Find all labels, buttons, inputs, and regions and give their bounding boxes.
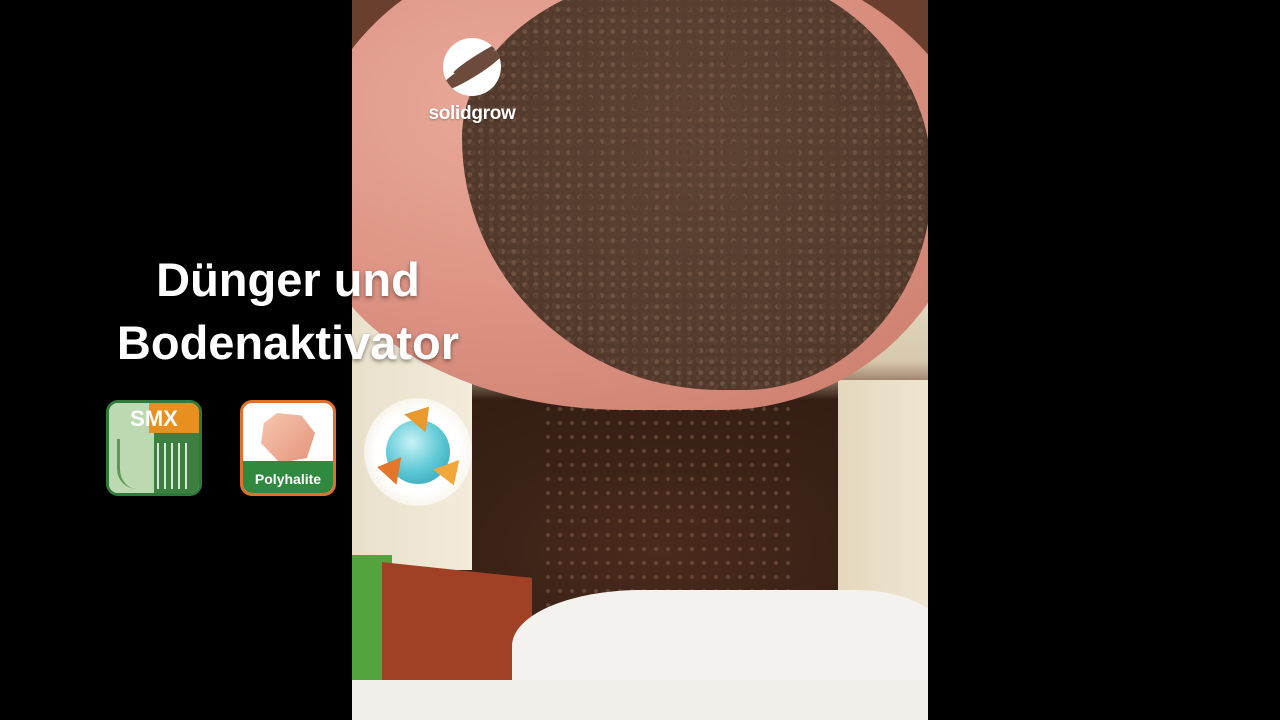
leaf-logo-icon <box>443 38 501 96</box>
smx-label: SMX <box>130 406 178 431</box>
smx-badge: SMX <box>106 400 202 496</box>
brand-logo: solidgrow <box>416 38 528 138</box>
headline-line-1: Dünger und <box>156 253 420 306</box>
recycle-badge <box>364 397 472 506</box>
polyhalite-label: Polyhalite <box>254 471 322 487</box>
recycle-arrow-icon <box>374 453 402 485</box>
headline-line-2: Bodenaktivator <box>116 316 460 369</box>
brand-name: solidgrow <box>428 103 516 124</box>
roots-icon <box>157 443 191 489</box>
smx-plant-roots-icon <box>117 439 150 489</box>
white-bag-edge <box>352 680 928 720</box>
polyhalite-badge: Polyhalite <box>240 400 336 496</box>
headline: Dünger und Bodenaktivator <box>0 248 576 374</box>
polyhalite-crystal-icon <box>261 413 315 463</box>
